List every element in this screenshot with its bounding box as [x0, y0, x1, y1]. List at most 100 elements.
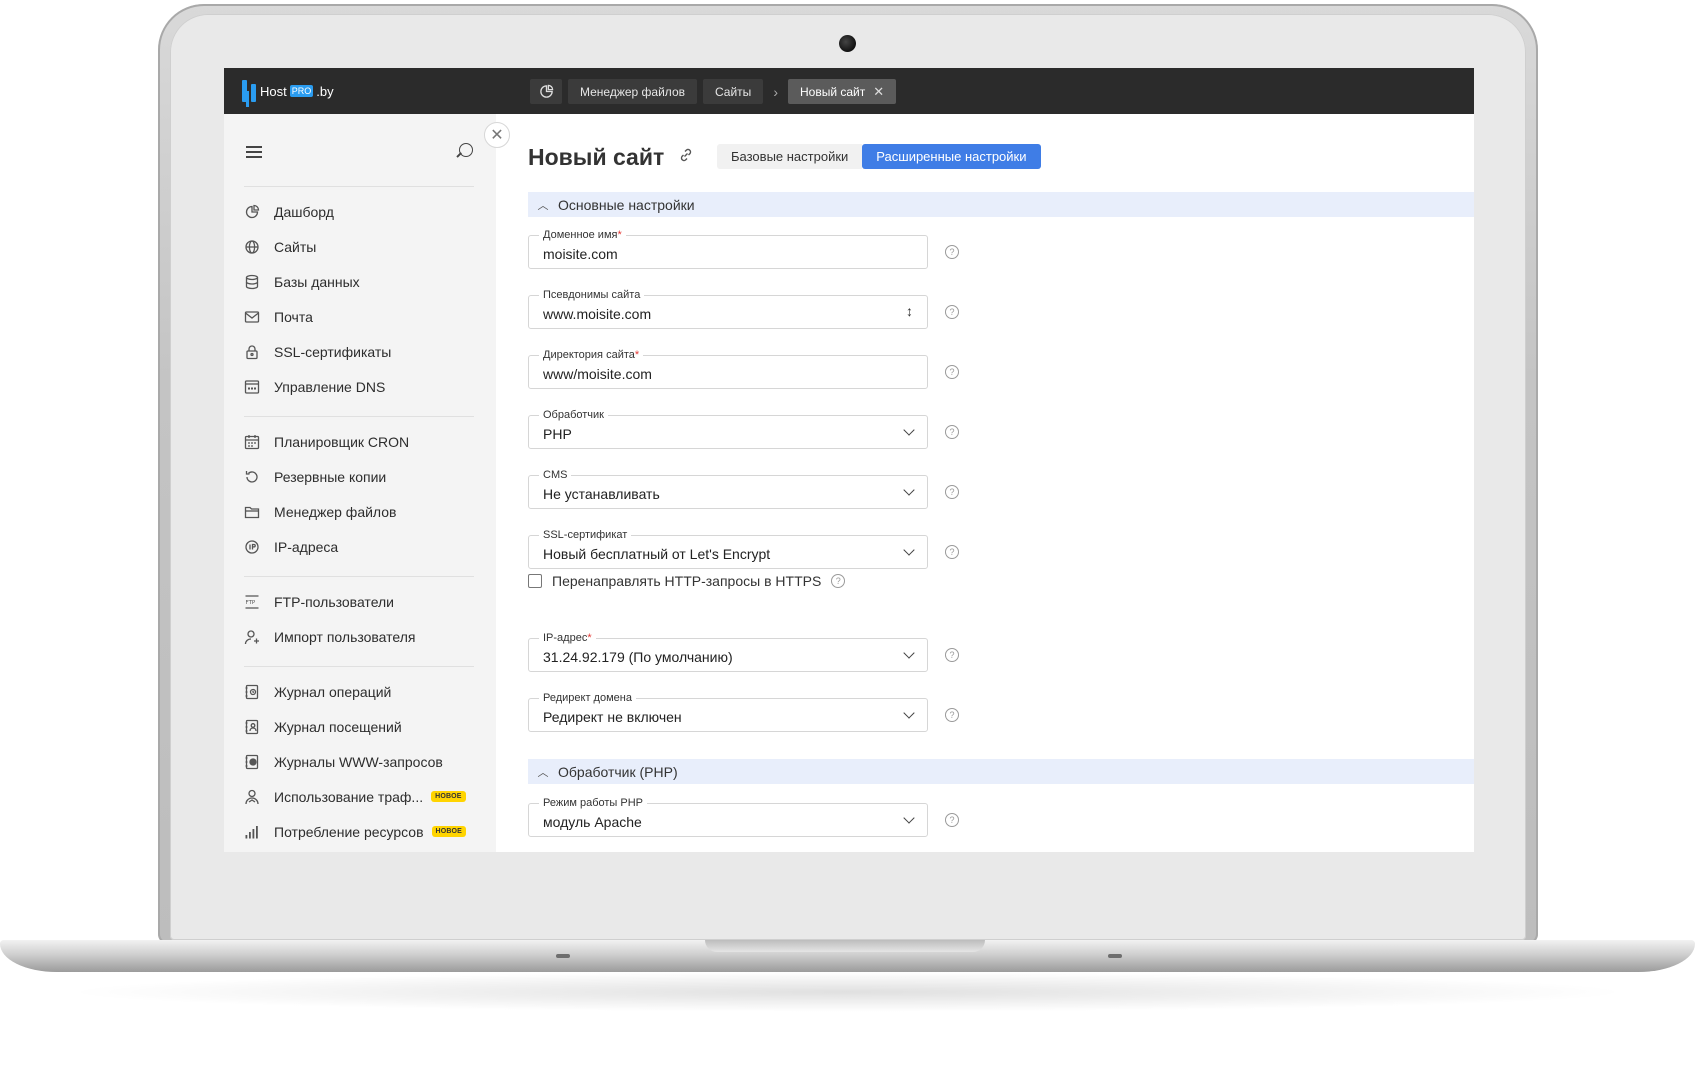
section-header-php[interactable]: ︿ Обработчик (PHP): [528, 759, 1474, 784]
help-icon[interactable]: ?: [945, 365, 959, 379]
close-icon[interactable]: ✕: [873, 84, 884, 100]
sidebar-item-dns[interactable]: Управление DNS: [244, 369, 474, 404]
sidebar-item-cron[interactable]: Планировщик CRON: [244, 424, 474, 459]
help-icon[interactable]: ?: [945, 813, 959, 827]
aliases-field[interactable]: Псевдонимы сайта www.moisite.com ↕: [528, 289, 928, 329]
resize-icon[interactable]: ↕: [906, 303, 913, 319]
sidebar-item-backups[interactable]: Резервные копии: [244, 459, 474, 494]
tab-new-site-label: Новый сайт: [799, 84, 866, 99]
redirect-label: Редирект домена: [539, 692, 636, 704]
traffic-icon: [244, 789, 260, 805]
sidebar-divider: [244, 576, 474, 577]
tab-sites[interactable]: Сайты: [703, 79, 764, 104]
hostpro-logo[interactable]: Host PRO .by: [242, 80, 334, 102]
dashboard-icon: [539, 84, 553, 98]
handler-value: PHP: [543, 426, 572, 442]
directory-label: Директория сайта: [543, 349, 635, 361]
ssl-value: Новый бесплатный от Let's Encrypt: [543, 546, 771, 562]
help-icon[interactable]: ?: [945, 305, 959, 319]
help-icon[interactable]: ?: [945, 425, 959, 439]
sidebar-item-traffic[interactable]: Использование траф... НОВОЕ: [244, 779, 474, 814]
php-mode-label: Режим работы PHP: [539, 797, 647, 809]
required-mark: *: [634, 349, 640, 361]
sidebar-item-label: Журналы WWW-запросов: [274, 753, 443, 770]
menu-icon[interactable]: [246, 146, 262, 158]
search-icon[interactable]: [459, 143, 473, 157]
cms-select[interactable]: CMS Не устанавливать: [528, 469, 928, 509]
sidebar-item-label: Журнал операций: [274, 683, 392, 700]
domain-field[interactable]: Доменное имя* moisite.com: [528, 229, 928, 269]
help-icon[interactable]: ?: [945, 708, 959, 722]
lock-icon: [244, 344, 260, 360]
sidebar-item-label: Планировщик CRON: [274, 433, 410, 450]
sidebar-item-label: Управление DNS: [274, 378, 386, 395]
required-mark: *: [587, 632, 592, 644]
https-redirect-checkbox[interactable]: [528, 574, 542, 588]
mail-icon: [244, 309, 260, 325]
tab-advanced-settings[interactable]: Расширенные настройки: [862, 144, 1041, 169]
sidebar-item-ip[interactable]: IP-адреса: [244, 529, 474, 564]
tab-basic-settings[interactable]: Базовые настройки: [717, 144, 863, 169]
https-redirect-label[interactable]: Перенаправлять HTTP-запросы в HTTPS: [552, 573, 821, 589]
sidebar-item-label: SSL-сертификаты: [274, 343, 392, 360]
tab-new-site[interactable]: Новый сайт ✕: [787, 79, 897, 104]
php-mode-select[interactable]: Режим работы PHP модуль Apache: [528, 797, 928, 837]
help-icon[interactable]: ?: [945, 245, 959, 259]
tab-dashboard[interactable]: [530, 79, 562, 104]
sidebar-item-label: IP-адреса: [274, 538, 339, 555]
sidebar-item-mail[interactable]: Почта: [244, 299, 474, 334]
aliases-value: www.moisite.com: [543, 306, 652, 322]
sidebar-group-logs: Журнал операций Журнал посещений Журналы…: [244, 674, 474, 849]
help-icon[interactable]: ?: [945, 545, 959, 559]
php-mode-value: модуль Apache: [543, 814, 642, 830]
chevron-up-icon: ︿: [537, 199, 549, 212]
www-log-icon: [244, 754, 260, 770]
section-header-main[interactable]: ︿ Основные настройки: [528, 192, 1474, 217]
help-icon[interactable]: ?: [831, 574, 846, 588]
dns-icon: [244, 379, 260, 395]
directory-field[interactable]: Директория сайта* www/moisite.com: [528, 349, 928, 389]
sidebar-item-label: Менеджер файлов: [274, 503, 397, 520]
sidebar-item-www-log[interactable]: Журналы WWW-запросов: [244, 744, 474, 779]
logo-mark-icon: [242, 80, 258, 102]
sidebar-item-user-import[interactable]: Импорт пользователя: [244, 619, 474, 654]
sidebar-item-operations-log[interactable]: Журнал операций: [244, 674, 474, 709]
sidebar-item-dashboard[interactable]: Дашборд: [244, 194, 474, 229]
ssl-select[interactable]: SSL-сертификат Новый бесплатный от Let's…: [528, 529, 928, 569]
field-label: IP-адрес*: [539, 632, 596, 644]
sidebar-item-visits-log[interactable]: Журнал посещений: [244, 709, 474, 744]
help-icon[interactable]: ?: [945, 648, 959, 662]
sidebar-item-sites[interactable]: Сайты: [244, 229, 474, 264]
chevron-up-icon: ︿: [537, 766, 549, 779]
sidebar-item-label: Журнал посещений: [274, 718, 402, 735]
ftp-icon: FTP: [244, 594, 260, 610]
sidebar-item-label: Сайты: [274, 238, 317, 255]
sidebar-divider: [244, 666, 474, 667]
sidebar-item-databases[interactable]: Базы данных: [244, 264, 474, 299]
sidebar-item-file-manager[interactable]: Менеджер файлов: [244, 494, 474, 529]
handler-select[interactable]: Обработчик PHP: [528, 409, 928, 449]
tab-file-manager[interactable]: Менеджер файлов: [568, 79, 697, 104]
handler-label: Обработчик: [539, 409, 608, 421]
ip-select[interactable]: IP-адрес* 31.24.92.179 (По умолчанию): [528, 632, 928, 672]
folder-icon: [244, 504, 260, 520]
sidebar-item-label: Потребление ресурсов: [274, 823, 424, 840]
user-import-icon: [244, 629, 260, 645]
sidebar-group-users: FTP FTP-пользователи Импорт пользователя: [244, 584, 474, 654]
sidebar-item-resources[interactable]: Потребление ресурсов НОВОЕ: [244, 814, 474, 849]
close-sidebar-button[interactable]: ✕: [484, 122, 510, 148]
ip-value: 31.24.92.179 (По умолчанию): [543, 649, 733, 665]
sidebar-item-label: Импорт пользователя: [274, 628, 416, 645]
sidebar-item-ssl[interactable]: SSL-сертификаты: [244, 334, 474, 369]
field-label: Доменное имя*: [539, 229, 626, 241]
sidebar-item-ftp[interactable]: FTP FTP-пользователи: [244, 584, 474, 619]
redirect-value: Редирект не включен: [543, 709, 682, 725]
chevron-down-icon: [903, 707, 915, 719]
laptop-foot: [556, 954, 570, 958]
directory-value: www/moisite.com: [543, 366, 652, 382]
link-icon[interactable]: [678, 147, 694, 163]
help-icon[interactable]: ?: [945, 485, 959, 499]
redirect-select[interactable]: Редирект домена Редирект не включен: [528, 692, 928, 732]
section-title: Основные настройки: [558, 196, 695, 213]
domain-value: moisite.com: [543, 246, 618, 262]
